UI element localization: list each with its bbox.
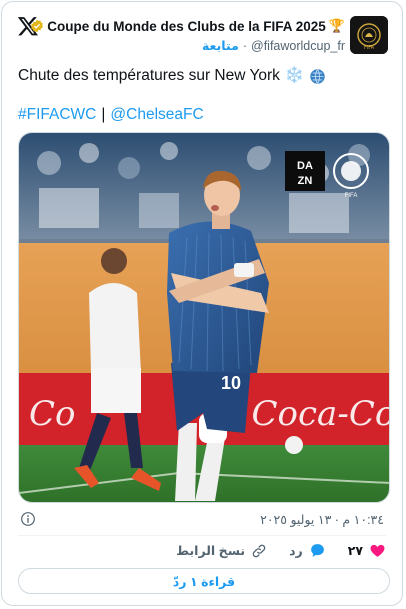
link-icon [252, 544, 266, 557]
reply-label: رد [289, 544, 303, 558]
read-replies-button[interactable]: قراءة ١ ردّ [18, 568, 390, 594]
like-action[interactable]: ٢٧ [348, 542, 386, 559]
jersey-number: 10 [221, 373, 241, 393]
tweet-text-content: Chute des températures sur New York [18, 67, 280, 84]
svg-text:Coca-Cola: Coca-Cola [252, 394, 390, 434]
avatar-text: FIFA [364, 45, 375, 51]
copy-link-label: نسخ الرابط [176, 544, 246, 558]
svg-text:ZN: ZN [298, 175, 313, 187]
tweet-card: FIFA Coupe du Monde des Clubs de la FIFA… [1, 1, 403, 606]
info-icon[interactable] [20, 511, 36, 527]
svg-text:DA: DA [297, 160, 313, 172]
handle-row: متابعة · @fifaworldcup_fr [202, 38, 345, 54]
reply-action[interactable]: رد [289, 542, 326, 559]
tweet-actions: ٢٧ رد نسخ الرابط [176, 542, 386, 559]
snowflake-emoji: ❄️ [284, 67, 305, 84]
follow-button[interactable]: متابعة [202, 38, 239, 53]
tweet-photo[interactable]: Coca-Cola Co [18, 132, 390, 503]
tweet-text: Chute des températures sur New York ❄️ [18, 66, 326, 86]
verified-badge-icon [31, 19, 44, 33]
account-name[interactable]: Coupe du Monde des Clubs de la FIFA 2025 [47, 19, 326, 34]
divider [18, 535, 386, 536]
tag-divider: | [101, 106, 106, 123]
media-watermark: FIFA [345, 193, 358, 199]
account-name-row[interactable]: Coupe du Monde des Clubs de la FIFA 2025… [30, 18, 345, 34]
like-count: ٢٧ [347, 544, 363, 558]
hashtag-link[interactable]: #FIFACWC [18, 105, 96, 125]
avatar[interactable]: FIFA [350, 16, 388, 54]
trophy-emoji: 🏆 [328, 18, 345, 33]
separator-dot: · [242, 38, 248, 53]
globe-icon [310, 68, 325, 84]
reply-bubble-icon [310, 544, 324, 557]
copy-link-action[interactable]: نسخ الرابط [176, 543, 267, 559]
mention-link[interactable]: @ChelseaFC [110, 105, 203, 125]
svg-text:Co: Co [29, 394, 75, 434]
heart-icon [370, 544, 385, 557]
tweet-tags: #FIFACWC | @ChelseaFC [18, 105, 204, 125]
account-handle[interactable]: @fifaworldcup_fr [251, 39, 345, 53]
tweet-timestamp[interactable]: ١٠:٣٤ م · ١٣ يوليو ٢٠٢٥ [260, 512, 384, 527]
dazn-logo: DA ZN [285, 151, 325, 191]
